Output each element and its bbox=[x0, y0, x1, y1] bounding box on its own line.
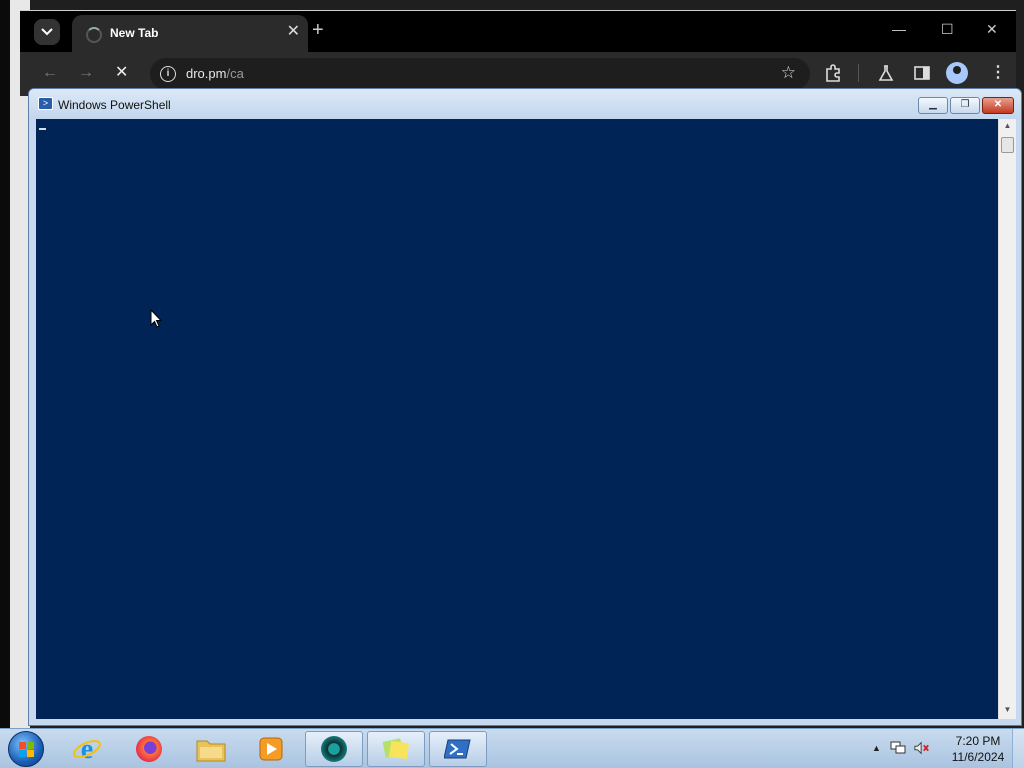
labs-flask-icon[interactable] bbox=[877, 64, 895, 82]
scroll-down-arrow-icon[interactable]: ▼ bbox=[999, 703, 1016, 717]
clock[interactable]: 7:20 PM 11/6/2024 bbox=[946, 733, 1010, 765]
windows-logo-icon bbox=[19, 742, 34, 757]
internet-explorer-icon: e bbox=[73, 734, 101, 764]
url-path: /ca bbox=[226, 66, 244, 81]
tab-new-tab[interactable]: New Tab ✕ bbox=[72, 15, 308, 53]
close-button[interactable]: ✕ bbox=[986, 21, 998, 38]
tab-search-button[interactable] bbox=[34, 19, 60, 45]
network-icon[interactable] bbox=[890, 741, 906, 755]
scroll-up-arrow-icon[interactable]: ▲ bbox=[999, 119, 1016, 133]
powershell-icon: > bbox=[38, 97, 53, 110]
menu-kebab-icon[interactable]: ⋮ bbox=[990, 64, 1006, 82]
window-title: Windows PowerShell bbox=[58, 98, 171, 112]
media-player-icon bbox=[259, 737, 283, 761]
system-tray: ▲ 7:20 PM 11/6/2024 bbox=[864, 729, 1024, 768]
ps-minimize-button[interactable]: ▁ bbox=[918, 97, 948, 114]
url-domain: dro.pm bbox=[186, 66, 227, 81]
console-area[interactable] bbox=[36, 119, 998, 719]
toolbar-divider bbox=[858, 64, 859, 82]
folder-icon bbox=[196, 740, 226, 762]
stop-loading-button[interactable]: ✕ bbox=[115, 64, 128, 82]
taskbar-firefox[interactable] bbox=[120, 731, 178, 767]
taskbar-sticky-notes[interactable] bbox=[367, 731, 425, 767]
url-text: dro.pm/ca bbox=[186, 66, 244, 81]
text-cursor bbox=[39, 128, 46, 130]
site-info-icon[interactable]: i bbox=[160, 66, 176, 82]
desktop-edge bbox=[10, 0, 30, 728]
tab-title: New Tab bbox=[110, 26, 159, 40]
forward-button[interactable]: → bbox=[78, 64, 94, 82]
taskbar-powershell[interactable] bbox=[429, 731, 487, 767]
firefox-icon bbox=[136, 736, 162, 762]
sticky-notes-icon bbox=[382, 738, 410, 760]
taskbar-internet-explorer[interactable]: e bbox=[58, 731, 116, 767]
tab-close-icon[interactable]: ✕ bbox=[287, 24, 300, 40]
ps-restore-button[interactable]: ❐ bbox=[950, 97, 980, 114]
profile-avatar-icon[interactable] bbox=[946, 62, 968, 84]
maximize-button[interactable]: ☐ bbox=[941, 21, 954, 38]
show-desktop-button[interactable] bbox=[1012, 729, 1024, 768]
powershell-taskbar-icon bbox=[444, 739, 471, 759]
svg-text:e: e bbox=[81, 734, 93, 764]
taskbar-file-explorer[interactable] bbox=[182, 731, 240, 767]
start-button[interactable] bbox=[8, 731, 44, 767]
chevron-down-icon bbox=[41, 28, 53, 36]
side-panel-icon[interactable] bbox=[913, 64, 931, 82]
powershell-window: > Windows PowerShell ▁ ❐ ✕ ▲ ▼ bbox=[28, 88, 1022, 726]
back-button[interactable]: ← bbox=[42, 64, 58, 82]
powershell-titlebar[interactable]: > Windows PowerShell ▁ ❐ ✕ bbox=[29, 89, 1021, 119]
ps-close-button[interactable]: ✕ bbox=[982, 97, 1014, 114]
taskbar: e ▲ 7:20 PM 11/6/2024 bbox=[0, 728, 1024, 768]
tab-strip: New Tab ✕ + — ☐ ✕ bbox=[20, 10, 1016, 53]
taskbar-chrome[interactable] bbox=[305, 731, 363, 767]
clock-time: 7:20 PM bbox=[955, 734, 1001, 748]
mouse-pointer-icon bbox=[150, 309, 162, 328]
loading-spinner-icon bbox=[86, 27, 102, 43]
vertical-scrollbar[interactable]: ▲ ▼ bbox=[998, 119, 1016, 719]
show-hidden-icons-icon[interactable]: ▲ bbox=[872, 743, 881, 753]
chrome-icon bbox=[321, 736, 347, 762]
volume-muted-icon[interactable] bbox=[914, 741, 930, 755]
taskbar-media-player[interactable] bbox=[242, 731, 300, 767]
scrollbar-thumb[interactable] bbox=[1001, 137, 1014, 153]
address-bar[interactable]: i dro.pm/ca ☆ bbox=[150, 58, 810, 90]
bookmark-star-icon[interactable]: ☆ bbox=[781, 63, 796, 83]
new-tab-button[interactable]: + bbox=[312, 20, 324, 40]
minimize-button[interactable]: — bbox=[892, 21, 906, 37]
clock-date: 11/6/2024 bbox=[951, 750, 1005, 764]
extensions-icon[interactable] bbox=[824, 64, 842, 82]
